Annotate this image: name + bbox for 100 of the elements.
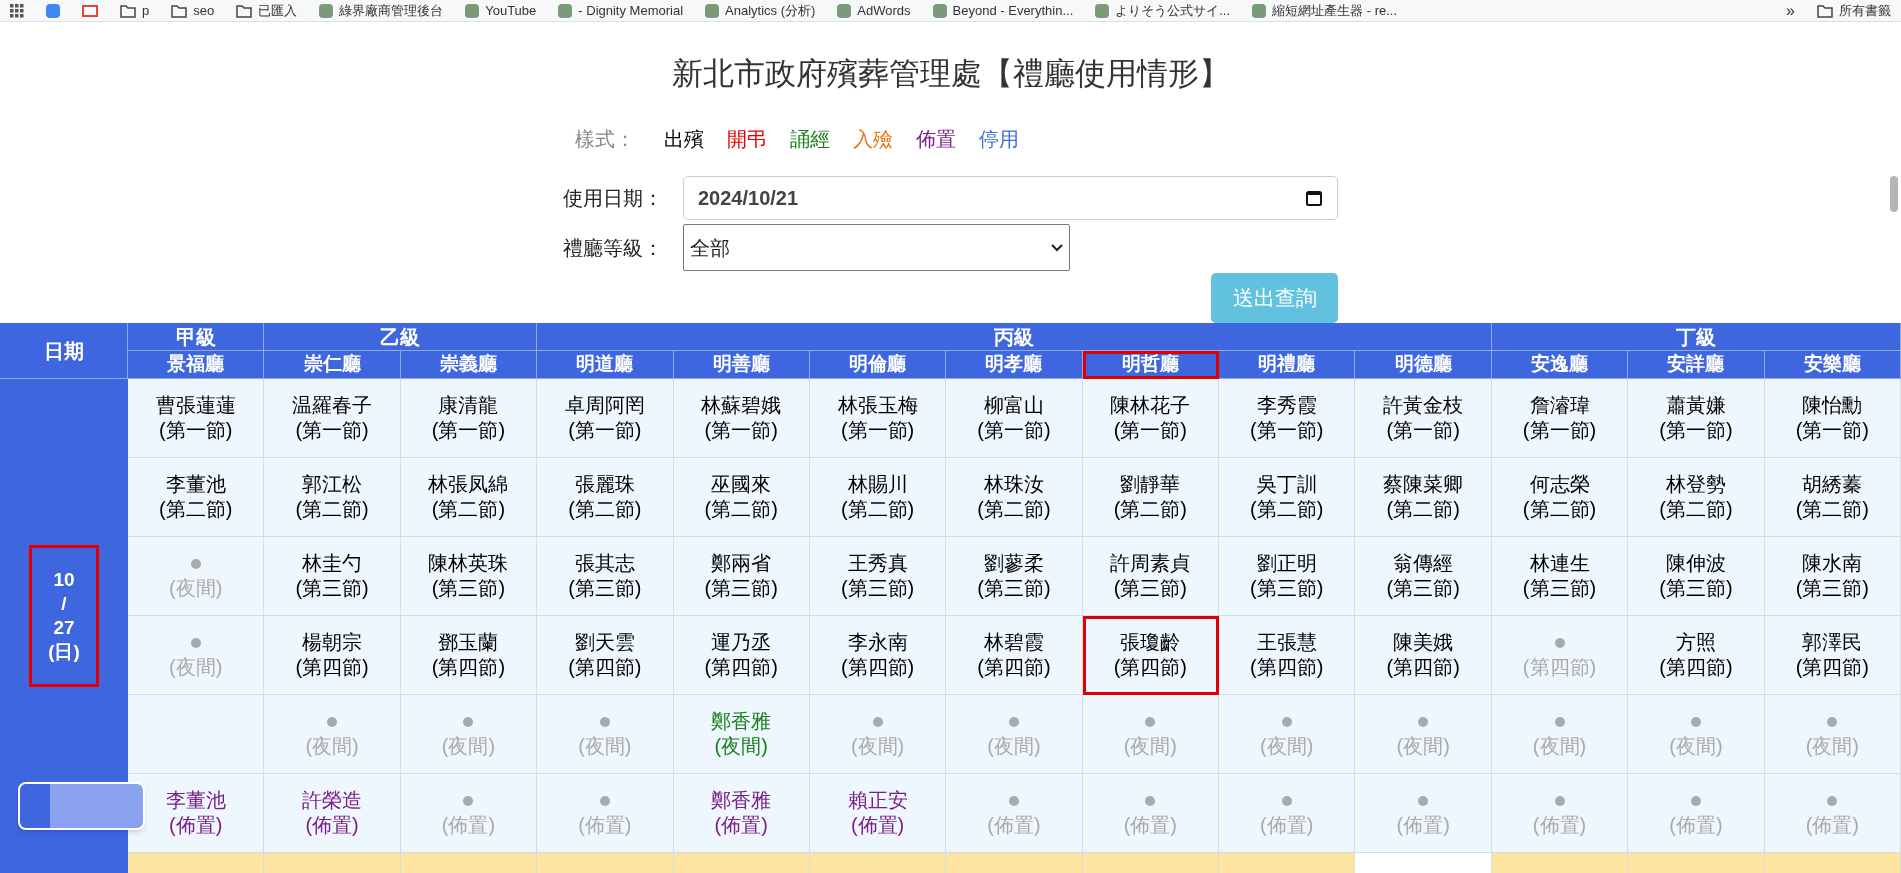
booking-text: 方照 (第四節) <box>1659 630 1733 680</box>
folder-icon <box>171 3 188 18</box>
bookmark[interactable]: 縮短網址產生器 - re... <box>1252 0 1398 21</box>
hall-header: 明道廳 <box>537 351 674 379</box>
booking-text: 林張凤綿 (第二節) <box>428 472 509 522</box>
session-text: (夜間) <box>1123 733 1178 759</box>
booking-text: 王秀真 (第三節) <box>840 551 915 601</box>
grade-header: 丁級 <box>1491 323 1901 351</box>
grade-header: 乙級 <box>264 323 538 351</box>
grade-header: 丙級 <box>537 323 1492 351</box>
folder-icon <box>1817 3 1833 18</box>
site-icon <box>465 3 480 18</box>
scrollbar-thumb[interactable] <box>1890 176 1898 212</box>
booking-text: 林賜川 (第二節) <box>840 472 915 522</box>
booking-text: 詹濬瑋 (第一節) <box>1522 393 1597 443</box>
site-icon <box>932 3 947 18</box>
bookmark[interactable]: 綠界廠商管理後台 <box>319 0 444 21</box>
booking-text: 林圭勺 (第三節) <box>295 551 369 601</box>
bookmark[interactable]: よりそう公式サイ... <box>1095 0 1231 21</box>
hall-header: 景福廳 <box>128 351 265 379</box>
bookmark[interactable]: 已匯入 <box>236 0 298 21</box>
hall-header: 安詳廳 <box>1628 351 1765 379</box>
field-label: 使用日期： <box>563 186 664 211</box>
session-text: (夜間) <box>1805 733 1859 759</box>
booking-text: 巫國來 (第二節) <box>704 472 778 522</box>
bookmark[interactable]: YouTube <box>465 0 537 21</box>
session-text: (佈置) <box>1669 812 1723 838</box>
booking-text: 陳水南 (第三節) <box>1795 551 1869 601</box>
booking-text: 張麗珠 (第二節) <box>568 472 642 522</box>
booking-text: 何志榮 (第二節) <box>1522 472 1597 522</box>
mail-icon[interactable] <box>82 4 98 17</box>
booking-text: 陳美娥 (第四節) <box>1386 630 1460 680</box>
booking-text: 陳怡勳 (第一節) <box>1795 393 1869 443</box>
session-text: (夜間) <box>169 575 223 601</box>
booking-text: 許周素貞 (第三節) <box>1110 551 1191 601</box>
legend-item: 入殮 <box>853 127 893 152</box>
booking-text: 劉天雲 (第四節) <box>568 630 642 680</box>
session-text: (夜間) <box>850 733 905 759</box>
booking-text: 張其志 (第三節) <box>568 551 642 601</box>
bookmark[interactable]: seo <box>171 0 215 21</box>
booking-text: 胡綉蓁 (第二節) <box>1795 472 1869 522</box>
hall-header: 明禮廳 <box>1219 351 1356 379</box>
booking-text: 李永南 (第四節) <box>840 630 915 680</box>
booking-text: 蕭黃嫌 (第一節) <box>1659 393 1733 443</box>
all-bookmarks-button[interactable]: 所有書籤 <box>1817 0 1891 21</box>
session-text: (佈置) <box>1532 812 1587 838</box>
hall-header: 崇義廳 <box>400 351 538 379</box>
booking-text: 許榮造 (佈置) <box>302 788 363 838</box>
booking-text: 林連生 (第三節) <box>1522 551 1597 601</box>
session-text: (佈置) <box>1123 812 1178 838</box>
hall-header: 明倫廳 <box>809 351 947 379</box>
level-select[interactable]: 全部 <box>683 224 1070 271</box>
legend-label: 樣式： <box>575 127 635 152</box>
legend-item: 停用 <box>979 127 1019 152</box>
bookmark[interactable]: - Dignity Memorial <box>558 0 684 21</box>
booking-text: 郭澤民 (第四節) <box>1795 630 1869 680</box>
session-text: (夜間) <box>169 654 223 680</box>
booking-text: 温羅春子 (第一節) <box>292 393 373 443</box>
session-text: (佈置) <box>578 812 632 838</box>
session-text: (佈置) <box>1396 812 1450 838</box>
booking-text: 鄧玉蘭 (第四節) <box>431 630 506 680</box>
date-field[interactable]: 2024/10/21 <box>683 176 1338 220</box>
booking-text: 康清龍 (第一節) <box>431 393 506 443</box>
booking-text: 李秀霞 (第一節) <box>1250 393 1324 443</box>
hall-header: 明善廳 <box>673 351 810 379</box>
hall-header: 明哲廳 <box>1082 351 1220 379</box>
more-bookmarks-button[interactable]: » <box>1786 0 1795 23</box>
booking-text: 林張玉梅 (第一節) <box>837 393 918 443</box>
session-text: (夜間) <box>1396 733 1450 759</box>
site-icon <box>1095 3 1110 18</box>
session-text: (夜間) <box>1532 733 1587 759</box>
booking-text: 賴正安 (佈置) <box>847 788 908 838</box>
site-icon <box>1252 3 1267 18</box>
field-label: 禮廳等級： <box>563 235 664 261</box>
hall-header: 安逸廳 <box>1491 351 1629 379</box>
session-text: (夜間) <box>1260 733 1314 759</box>
legend-item: 開弔 <box>727 127 767 152</box>
bookmark[interactable]: p <box>120 0 150 21</box>
apps-grid-icon[interactable] <box>10 3 24 18</box>
session-text: (第四節) <box>1522 654 1597 680</box>
legend-item: 誦經 <box>790 127 830 152</box>
floating-tab[interactable] <box>18 782 145 830</box>
booking-text: 劉正明 (第三節) <box>1250 551 1324 601</box>
booking-text: 李董池 (佈置) <box>165 788 226 838</box>
legend-item: 出殯 <box>664 127 704 152</box>
calendar-icon[interactable] <box>1305 189 1323 207</box>
booking-text: 張瓊齡 (第四節) <box>1113 630 1188 680</box>
booking-text: 李董池 (第二節) <box>159 472 233 522</box>
booking-text: 林登勢 (第二節) <box>1659 472 1733 522</box>
booking-text: 鄭香雅 (佈置) <box>711 788 772 838</box>
bookmark[interactable]: AdWords <box>837 0 911 21</box>
booking-text: 翁傳經 (第三節) <box>1386 551 1460 601</box>
booking-text: 卓周阿罔 (第一節) <box>564 393 645 443</box>
session-text: (夜間) <box>578 733 632 759</box>
hall-header: 明德廳 <box>1355 351 1492 379</box>
site-icon <box>558 3 573 18</box>
session-text: (佈置) <box>441 812 496 838</box>
bookmark[interactable]: Analytics (分析) <box>705 0 816 21</box>
folder-icon <box>120 3 136 18</box>
bookmark[interactable]: Beyond - Everythin... <box>932 0 1074 21</box>
